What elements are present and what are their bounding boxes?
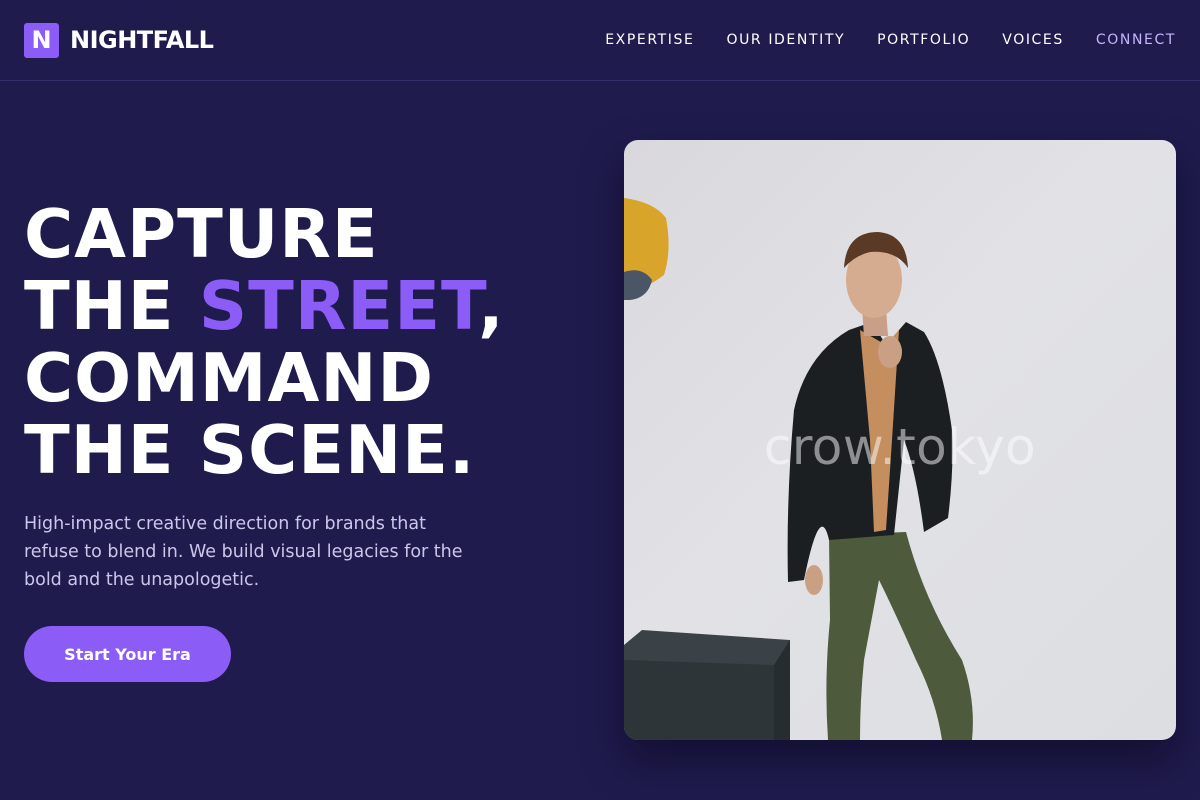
hero-title-line-1: CAPTURE bbox=[24, 195, 379, 273]
nav-link-expertise[interactable]: EXPERTISE bbox=[605, 32, 694, 48]
nav-links: EXPERTISE OUR IDENTITY PORTFOLIO VOICES … bbox=[605, 32, 1176, 48]
logo-icon: N bbox=[24, 22, 59, 58]
hero-image: crow.tokyo bbox=[624, 140, 1176, 740]
hero-title-line-4: THE SCENE. bbox=[24, 411, 476, 489]
start-your-era-button[interactable]: Start Your Era bbox=[24, 626, 231, 682]
hero-title-line-2-pre: THE bbox=[24, 267, 199, 345]
image-watermark: crow.tokyo bbox=[763, 418, 1037, 476]
nav-link-voices[interactable]: VOICES bbox=[1002, 32, 1064, 48]
hero-title: CAPTURE THE STREET, COMMAND THE SCENE. bbox=[24, 198, 604, 486]
brand-name: NIGHTFALL bbox=[70, 26, 214, 54]
nav-link-our-identity[interactable]: OUR IDENTITY bbox=[726, 32, 845, 48]
hero-title-line-2-post: , bbox=[478, 267, 505, 345]
nav-link-portfolio[interactable]: PORTFOLIO bbox=[877, 32, 970, 48]
hero-title-line-3: COMMAND bbox=[24, 339, 435, 417]
hero-subtitle: High-impact creative direction for brand… bbox=[24, 514, 463, 590]
hero-title-highlight: STREET bbox=[198, 267, 479, 345]
brand[interactable]: N NIGHTFALL bbox=[24, 22, 214, 58]
hero-title-line-2: THE STREET, bbox=[24, 270, 604, 342]
top-nav: N NIGHTFALL EXPERTISE OUR IDENTITY PORTF… bbox=[0, 0, 1200, 81]
nav-link-connect[interactable]: CONNECT bbox=[1096, 32, 1176, 48]
